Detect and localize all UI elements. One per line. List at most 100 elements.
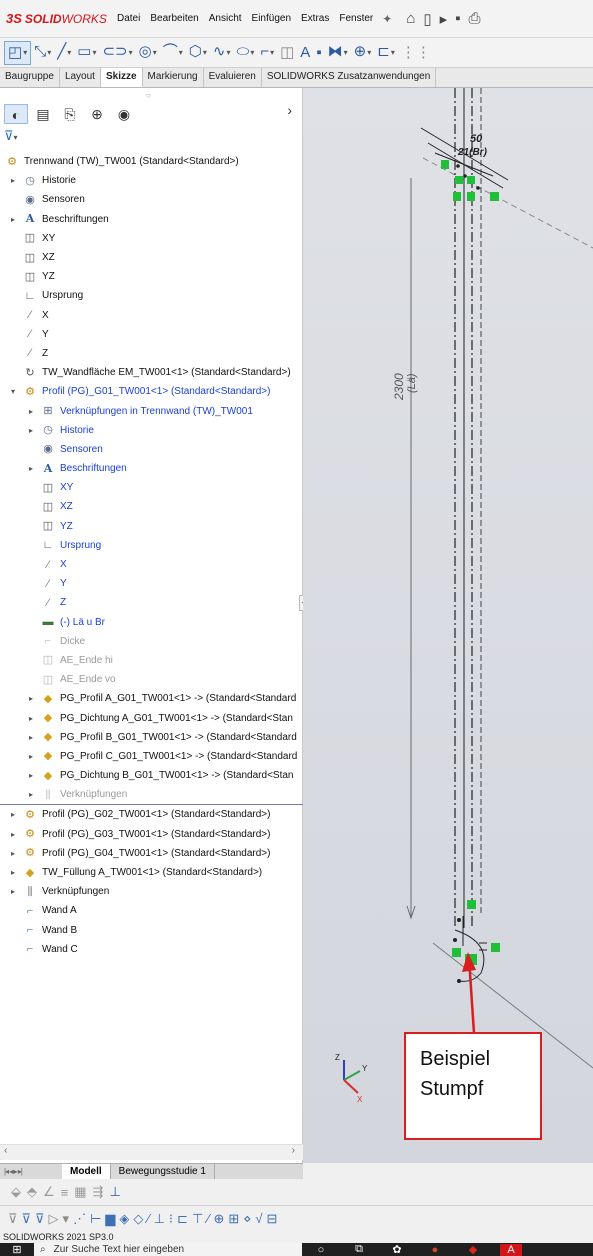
chevron-right-icon[interactable]: ▸	[26, 714, 36, 723]
slot-icon[interactable]: ⊂⊃	[99, 38, 135, 67]
solidworks-logo[interactable]: 3S SOLID WORKS	[0, 11, 112, 26]
tree-item[interactable]: ▸ ⫼ Verknüpfungen	[0, 882, 303, 901]
tab-markierung[interactable]: Markierung	[143, 68, 204, 87]
select-dropdown-icon[interactable]: ▾	[61, 1211, 72, 1227]
save-icon[interactable]: ▪	[451, 10, 464, 27]
sketch-tool-icon[interactable]: √	[253, 1211, 264, 1226]
chevron-right-icon[interactable]: ▸	[26, 694, 36, 703]
taskbar-search[interactable]: ⌕ Zur Suche Text hier eingeben	[34, 1243, 302, 1256]
tab-skizze[interactable]: Skizze	[100, 68, 143, 87]
tree-item[interactable]: ▸ ⫼ Verknüpfungen	[0, 785, 303, 804]
tree-item[interactable]: ▾ ⚙ Profil (PG)_G01_TW001<1> (Standard<Sta…	[0, 382, 303, 401]
tool-icon[interactable]: ∠	[40, 1184, 58, 1200]
tree-item[interactable]: ◫ XZ	[0, 497, 303, 516]
select-icon[interactable]: ▷	[47, 1211, 61, 1227]
solidworks-taskbar-icon[interactable]: ◆	[454, 1243, 492, 1256]
plane-tool-icon[interactable]: ◫	[277, 38, 297, 67]
chevron-right-icon[interactable]: ›	[287, 102, 292, 118]
tree-item[interactable]: ▬ (-) Lä u Br	[0, 613, 303, 632]
smart-dimension-icon[interactable]: ⤡	[31, 38, 54, 67]
mirror-icon[interactable]: ⧓	[325, 38, 351, 67]
chevron-down-icon[interactable]: ▾	[8, 387, 18, 396]
tab-modell[interactable]: Modell	[62, 1163, 111, 1180]
tool-icon[interactable]: ⬙	[8, 1184, 24, 1200]
sketch-tool-icon[interactable]: ◇	[131, 1211, 145, 1227]
sketch-tool-icon[interactable]: ⊏	[175, 1211, 190, 1227]
sketch-tool-icon[interactable]: ⊤	[190, 1211, 205, 1227]
chevron-right-icon[interactable]: ▸	[8, 849, 18, 858]
tree-item[interactable]: ⚙ Trennwand (TW)_TW001 (Standard<Standard…	[0, 152, 303, 171]
tree-item[interactable]: ▸ ◆ TW_Füllung A_TW001<1> (Standard<Standa…	[0, 863, 303, 882]
sketch-tool-icon[interactable]: ⋰	[71, 1211, 88, 1227]
tab-zusatzanwendungen[interactable]: SOLIDWORKS Zusatzanwendungen	[262, 68, 437, 87]
powerpoint-icon[interactable]: ●	[416, 1244, 454, 1256]
tree-item[interactable]: ▸ A Beschriftungen	[0, 210, 303, 229]
tree-item[interactable]: ◉ Sensoren	[0, 440, 303, 459]
tree-item[interactable]: ⁄ X	[0, 555, 303, 574]
tree-item[interactable]: ▸ ◷ Historie	[0, 421, 303, 440]
chevron-right-icon[interactable]: ▸	[26, 733, 36, 742]
tab-evaluieren[interactable]: Evaluieren	[204, 68, 262, 87]
tab-baugruppe[interactable]: Baugruppe	[0, 68, 60, 87]
chevron-right-icon[interactable]: ▸	[8, 215, 18, 224]
tree-item[interactable]: ▸ ⚙ Profil (PG)_G02_TW001<1> (Standard<Sta…	[0, 805, 303, 824]
line-icon[interactable]: ╱	[54, 38, 74, 67]
chevron-right-icon[interactable]: ▸	[26, 771, 36, 780]
app-icon[interactable]: ✿	[378, 1243, 416, 1256]
sketch-tool-icon[interactable]: ⊞	[226, 1211, 241, 1227]
tree-item[interactable]: ∟ Ursprung	[0, 286, 303, 305]
menu-einfuegen[interactable]: Einfügen	[247, 13, 296, 24]
polygon-icon[interactable]: ⬡	[186, 38, 210, 67]
convert-entities-icon[interactable]: ⊕	[351, 38, 375, 67]
menu-fenster[interactable]: Fenster	[334, 13, 378, 24]
tree-item[interactable]: ⌐ Wand C	[0, 940, 303, 959]
sketch-tool-icon[interactable]: ⊢	[88, 1211, 103, 1227]
scroll-left-icon[interactable]: ‹	[4, 1145, 7, 1156]
chevron-right-icon[interactable]: ▸	[8, 868, 18, 877]
tree-item[interactable]: ⁄ Z	[0, 593, 303, 612]
configurationmanager-tab-icon[interactable]: ⎘	[58, 104, 82, 124]
tree-item[interactable]: ∟ Ursprung	[0, 536, 303, 555]
sketch-tool-icon[interactable]: ⊕	[211, 1211, 226, 1227]
splitter-grip[interactable]: ○	[146, 91, 151, 100]
menu-datei[interactable]: Datei	[112, 13, 145, 24]
chevron-right-icon[interactable]: ▸	[8, 176, 18, 185]
sketch-tool-icon[interactable]: ◈	[117, 1211, 131, 1227]
chevron-right-icon[interactable]: ▸	[26, 407, 36, 416]
menu-extras[interactable]: Extras	[296, 13, 334, 24]
arc-icon[interactable]: ⌒	[160, 38, 186, 67]
tree-item[interactable]: ◫ AE_Ende vo	[0, 670, 303, 689]
filter-icon[interactable]: ⊽	[33, 1211, 47, 1227]
featuremanager-tab-icon[interactable]: ◐	[4, 104, 28, 124]
sketch-icon[interactable]: ◰	[4, 40, 32, 65]
rectangle-icon[interactable]: ▭	[74, 38, 99, 67]
tree-item[interactable]: ▸ ◆ PG_Profil B_G01_TW001<1> -> (Standard<…	[0, 728, 303, 747]
tree-item[interactable]: ▸ ⚙ Profil (PG)_G04_TW001<1> (Standard<Sta…	[0, 844, 303, 863]
sketch-tool-icon[interactable]: ⊟	[265, 1211, 280, 1227]
filter-icon[interactable]: ⊽	[6, 1211, 20, 1227]
chevron-right-icon[interactable]: ▸	[26, 464, 36, 473]
print-icon[interactable]: ⎙	[465, 10, 485, 27]
sketch-tool-icon[interactable]: ⊥	[152, 1211, 167, 1227]
chevron-right-icon[interactable]: ▸	[26, 426, 36, 435]
tree-item[interactable]: ◫ AE_Ende hi	[0, 651, 303, 670]
tool-icon[interactable]: ≡	[58, 1185, 72, 1200]
displaymanager-tab-icon[interactable]: ◉	[112, 104, 136, 124]
menu-ansicht[interactable]: Ansicht	[204, 13, 247, 24]
tree-item[interactable]: ◉ Sensoren	[0, 190, 303, 209]
tree-item[interactable]: ⁄ Y	[0, 574, 303, 593]
circle-icon[interactable]: ◎	[136, 38, 160, 67]
filter-icon[interactable]: ⊽	[20, 1211, 34, 1227]
windows-start-icon[interactable]: ⊞	[0, 1243, 34, 1256]
sketch-tool-icon[interactable]: ⋄	[241, 1211, 253, 1227]
point-icon[interactable]: ▪	[313, 38, 324, 67]
tree-item[interactable]: ◫ XZ	[0, 248, 303, 267]
chevron-right-icon[interactable]: ▸	[8, 887, 18, 896]
chevron-right-icon[interactable]: ▸	[26, 790, 36, 799]
tree-item[interactable]: ▸ ◆ PG_Dichtung B_G01_TW001<1> -> (Standar…	[0, 766, 303, 785]
tree-item[interactable]: ▸ ◆ PG_Profil C_G01_TW001<1> -> (Standard<…	[0, 747, 303, 766]
tree-item[interactable]: ↻ TW_Wandfläche EM_TW001<1> (Standard<Sta…	[0, 363, 303, 382]
open-icon[interactable]: ▸	[436, 10, 452, 28]
text-icon[interactable]: A	[297, 38, 313, 67]
tree-item[interactable]: ◫ XY	[0, 229, 303, 248]
